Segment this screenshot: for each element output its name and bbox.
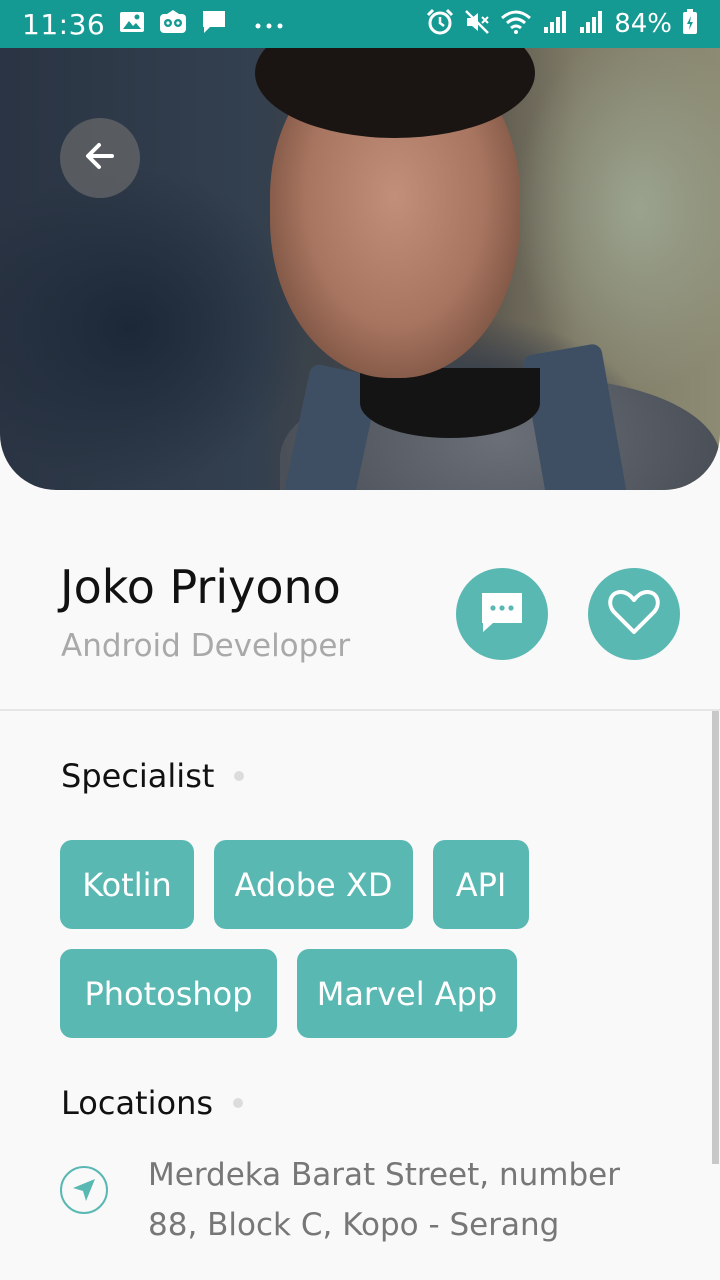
chat-bubble-icon — [478, 590, 526, 638]
photo-collar — [360, 368, 540, 438]
status-left: 11:36 — [22, 8, 283, 41]
wifi-icon — [500, 9, 532, 39]
divider — [0, 709, 720, 711]
section-dot — [234, 771, 245, 781]
profile-photo — [0, 48, 720, 490]
alarm-icon — [426, 8, 454, 40]
status-bar: 11:36 84% — [0, 0, 720, 48]
scrollbar[interactable] — [712, 711, 719, 1164]
specialist-section-title: Specialist — [61, 757, 245, 795]
message-button[interactable] — [456, 568, 548, 660]
signal-icon — [542, 9, 568, 39]
locations-section-title: Locations — [61, 1084, 244, 1122]
navigation-arrow-icon — [60, 1166, 108, 1214]
tripadvisor-icon — [159, 10, 187, 38]
more-icon — [255, 15, 283, 34]
battery-percent: 84% — [614, 9, 672, 39]
skill-chip[interactable]: Photoshop — [60, 949, 277, 1038]
skill-chip[interactable]: API — [433, 840, 529, 929]
skill-chip[interactable]: Adobe XD — [214, 840, 413, 929]
status-right: 84% — [426, 8, 698, 40]
mute-icon — [464, 9, 490, 39]
favorite-button[interactable] — [588, 568, 680, 660]
section-dot — [233, 1098, 244, 1108]
arrow-left-icon — [82, 138, 118, 178]
specialist-title-text: Specialist — [61, 757, 215, 795]
location-address: Merdeka Barat Street, number 88, Block C… — [148, 1157, 620, 1243]
heart-icon — [607, 588, 661, 640]
skill-chip[interactable]: Marvel App — [297, 949, 517, 1038]
status-time: 11:36 — [22, 7, 106, 41]
profile-name: Joko Priyono — [60, 560, 341, 614]
profile-role: Android Developer — [61, 628, 351, 664]
image-icon — [119, 11, 145, 37]
locations-title-text: Locations — [61, 1084, 214, 1122]
chat-icon — [201, 9, 227, 39]
back-button[interactable] — [60, 118, 140, 198]
battery-icon — [682, 9, 698, 39]
signal-icon — [578, 9, 604, 39]
skill-chip[interactable]: Kotlin — [60, 840, 194, 929]
